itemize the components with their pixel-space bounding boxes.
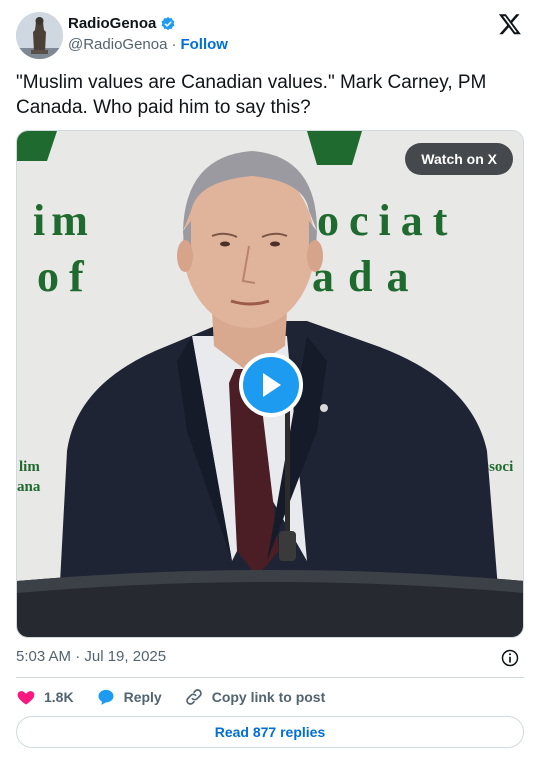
backdrop-text-1r: ociat <box>317 196 457 245</box>
post-timestamp[interactable]: 5:03 AM · Jul 19, 2025 <box>16 648 166 665</box>
verified-badge-icon <box>161 16 175 30</box>
reply-label: Reply <box>123 689 162 705</box>
backdrop-text-4l: ana <box>17 479 41 495</box>
info-icon[interactable] <box>500 648 520 668</box>
statue-avatar-image <box>16 12 63 59</box>
play-icon <box>263 373 281 397</box>
embedded-post: RadioGenoa @RadioGenoa · Follow "Muslim … <box>0 0 540 764</box>
divider <box>16 677 524 678</box>
follow-link[interactable]: Follow <box>180 36 228 53</box>
reply-button[interactable]: Reply <box>96 687 162 707</box>
author-name-row: RadioGenoa <box>68 15 176 32</box>
action-bar: 1.8K Reply Copy link to post <box>16 686 347 708</box>
x-logo-icon[interactable] <box>498 12 522 36</box>
handle-separator: · <box>171 36 177 53</box>
backdrop-text-1l: im <box>33 196 94 245</box>
tweet-text: "Muslim values are Canadian values." Mar… <box>16 72 487 118</box>
heart-icon <box>17 691 35 705</box>
backdrop-text-2l: of <box>37 252 94 301</box>
backdrop-text-3l: lim <box>19 459 40 475</box>
backdrop-text-2r: ada <box>312 252 422 301</box>
watch-on-x-button[interactable]: Watch on X <box>405 143 513 175</box>
author-handle[interactable]: @RadioGenoa <box>68 36 167 53</box>
handle-row: @RadioGenoa · Follow <box>68 36 228 53</box>
play-button[interactable] <box>239 353 303 417</box>
copy-link-button[interactable]: Copy link to post <box>184 687 326 707</box>
reply-bubble-icon <box>98 689 114 705</box>
copy-link-label: Copy link to post <box>211 689 326 705</box>
like-button[interactable]: 1.8K <box>16 687 74 707</box>
avatar[interactable] <box>16 12 63 59</box>
link-icon <box>185 689 202 705</box>
video-thumbnail[interactable]: im ociat of ada lim ana m Associ da <box>16 130 524 638</box>
author-name[interactable]: RadioGenoa <box>68 15 156 32</box>
read-replies-button[interactable]: Read 877 replies <box>16 716 524 748</box>
like-count: 1.8K <box>44 689 74 705</box>
